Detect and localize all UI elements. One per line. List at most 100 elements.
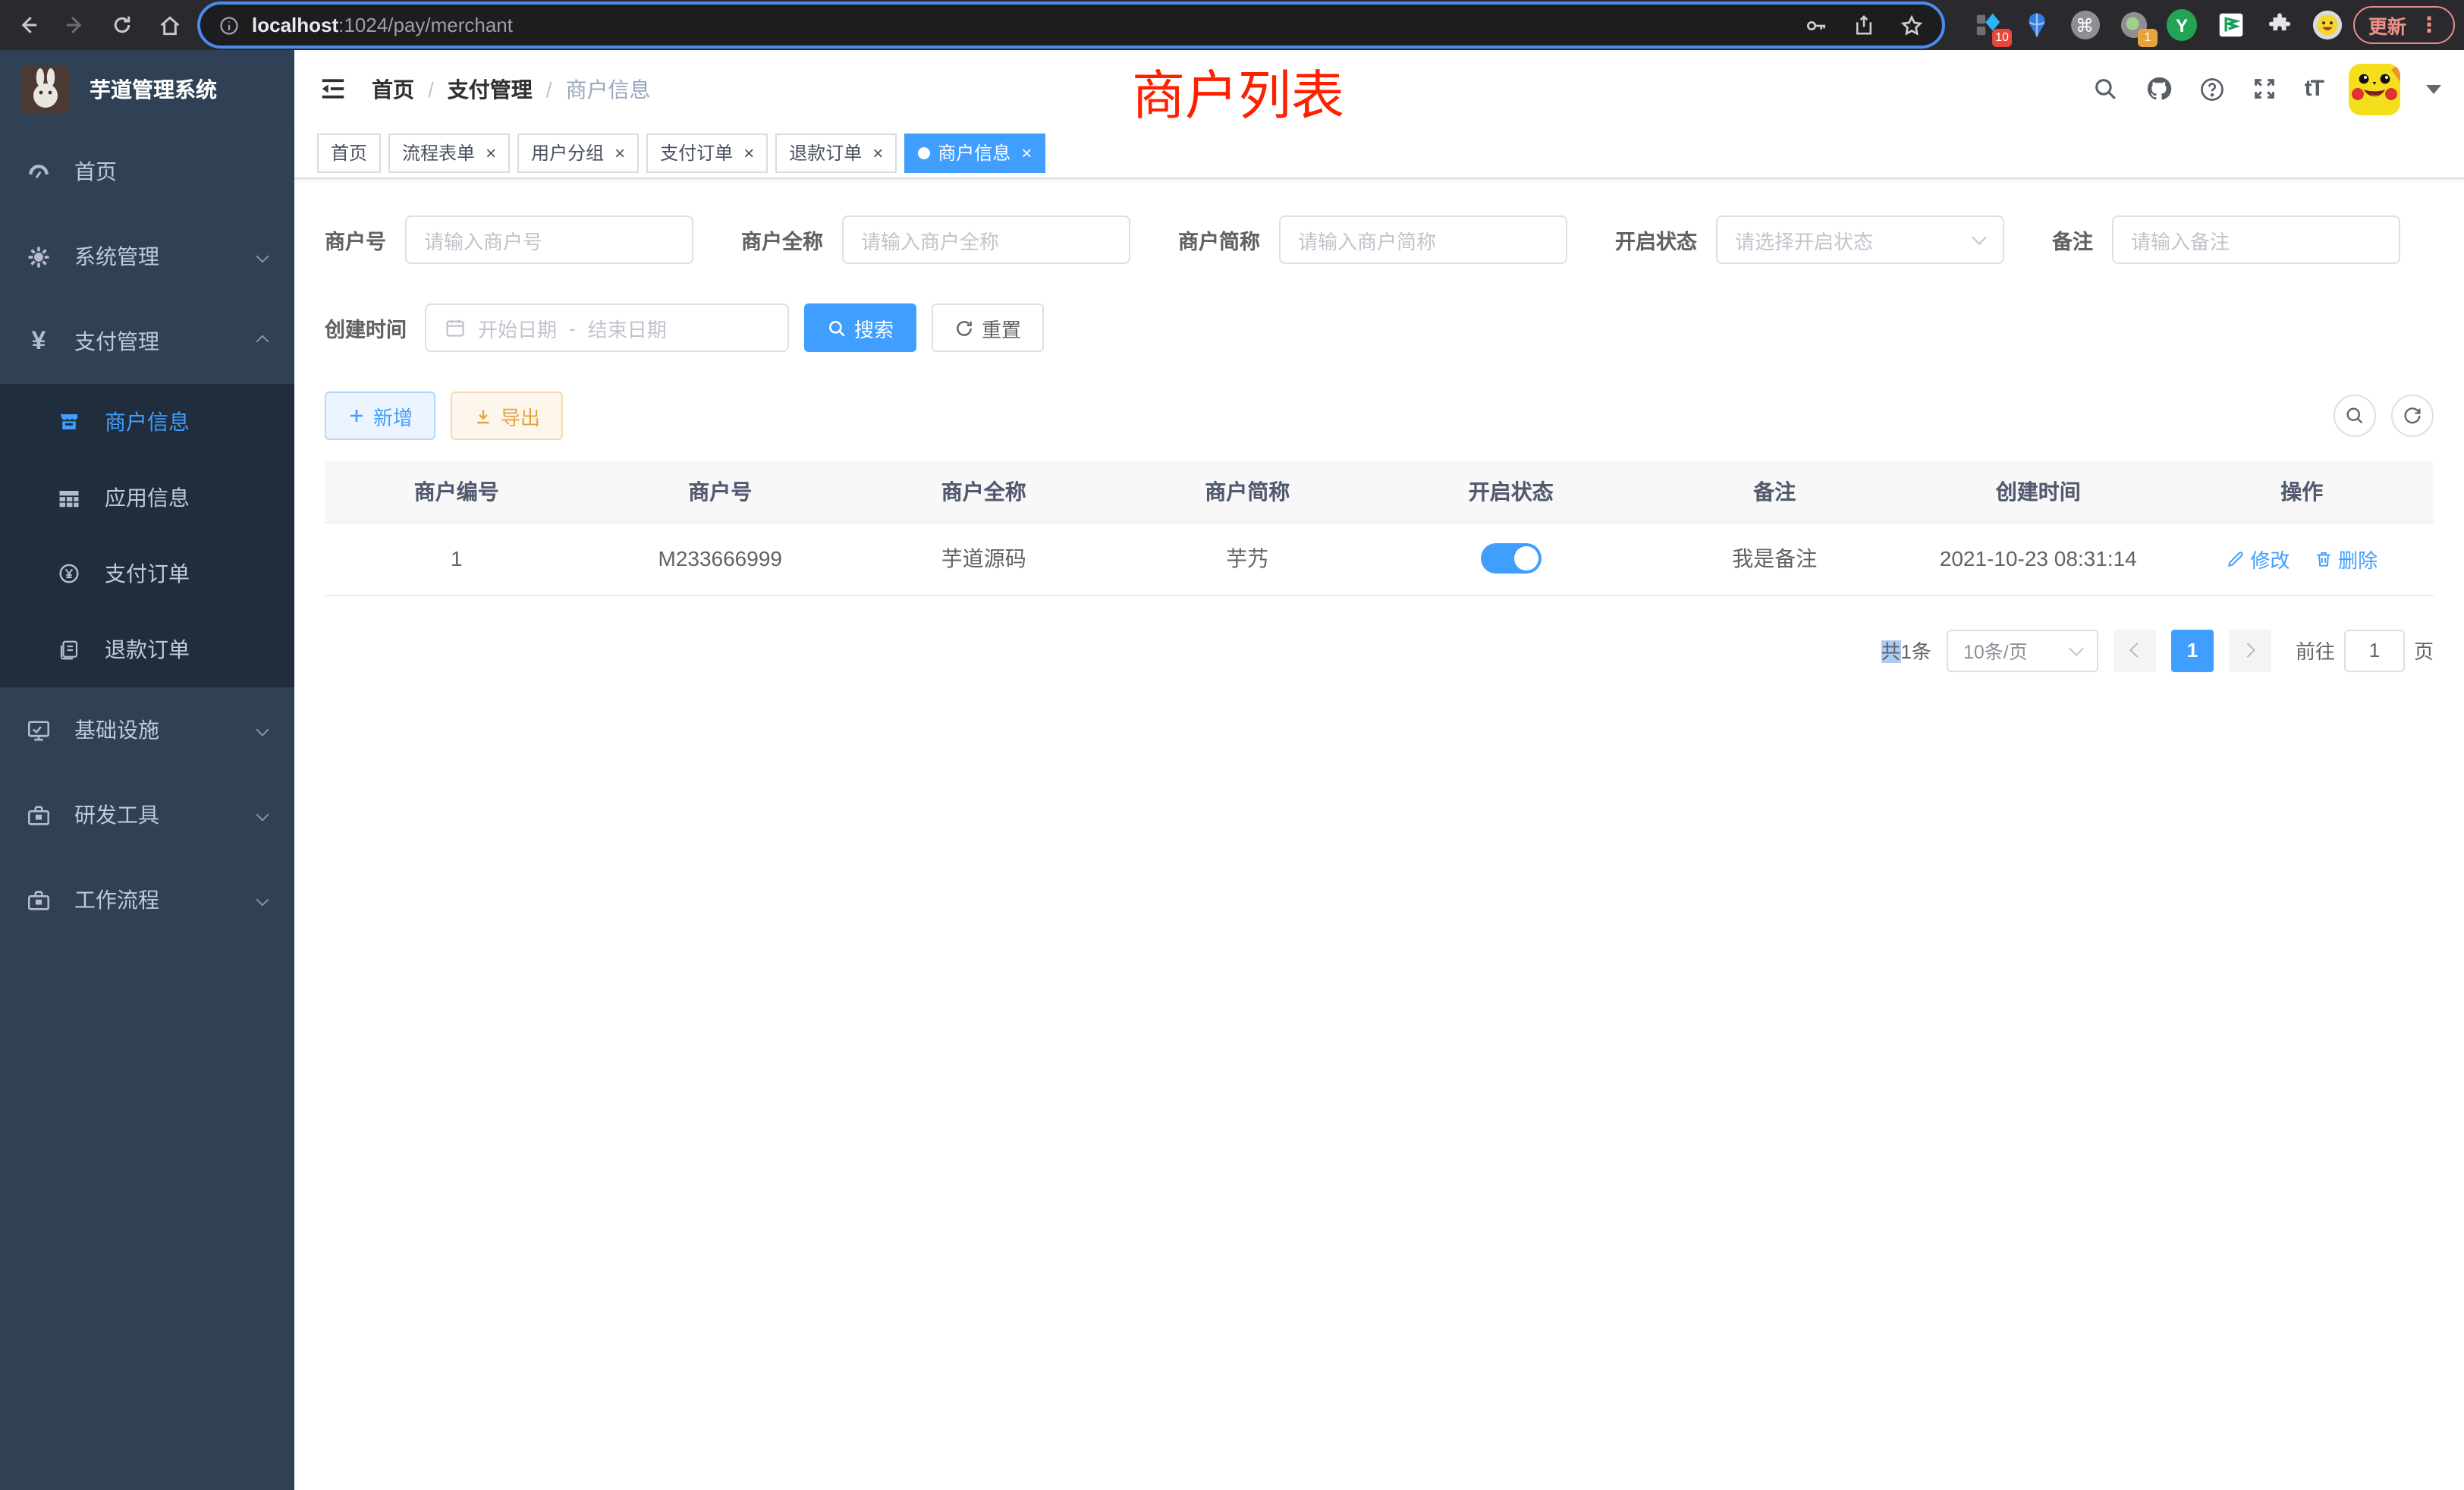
- sidebar-item-workflow[interactable]: 工作流程: [0, 857, 294, 942]
- browser-back-button[interactable]: [15, 12, 41, 38]
- prev-page-button[interactable]: [2114, 629, 2156, 671]
- cell-create-time: 2021-10-23 08:31:14: [1906, 522, 2170, 595]
- calendar-icon: [445, 317, 466, 338]
- tab-user-group[interactable]: 用户分组 ×: [517, 133, 639, 172]
- close-icon[interactable]: ×: [486, 143, 496, 162]
- add-button[interactable]: 新增: [325, 391, 435, 440]
- merchant-no-input[interactable]: 请输入商户号: [404, 215, 693, 264]
- tab-merchant-info[interactable]: 商户信息 ×: [904, 133, 1045, 172]
- merchant-table: 商户编号 商户号 商户全称 商户简称 开启状态 备注 创建时间 操作 1: [325, 461, 2434, 596]
- browser-home-button[interactable]: [156, 12, 182, 38]
- store-icon: [58, 410, 80, 433]
- cell-actions: 修改 删除: [2170, 522, 2434, 595]
- page-number-1[interactable]: 1: [2171, 629, 2214, 671]
- merchant-name-input[interactable]: 请输入商户全称: [841, 215, 1130, 264]
- table-header-row: 商户编号 商户号 商户全称 商户简称 开启状态 备注 创建时间 操作: [325, 461, 2434, 522]
- edit-link[interactable]: 修改: [2226, 544, 2290, 573]
- tab-refund-order[interactable]: 退款订单 ×: [775, 133, 897, 172]
- breadcrumb-current: 商户信息: [566, 74, 651, 104]
- sidebar-subitem-label: 支付订单: [105, 558, 190, 589]
- sidebar-item-label: 工作流程: [74, 885, 159, 915]
- font-size-icon[interactable]: tT: [2305, 76, 2323, 102]
- help-icon[interactable]: [2198, 75, 2226, 102]
- chevron-up-icon: [256, 335, 269, 348]
- sidebar-item-pay[interactable]: ¥ 支付管理: [0, 299, 294, 384]
- sidebar-item-label: 系统管理: [74, 241, 159, 272]
- refresh-button[interactable]: [2391, 395, 2434, 437]
- extensions-puzzle-icon[interactable]: [2264, 10, 2294, 40]
- export-button[interactable]: 导出: [451, 391, 563, 440]
- breadcrumb-home[interactable]: 首页: [372, 74, 414, 104]
- col-create-time: 创建时间: [1906, 461, 2170, 522]
- app-logo[interactable]: 芋道管理系统: [0, 50, 294, 129]
- status-select[interactable]: 请选择开启状态: [1715, 215, 2004, 264]
- top-navbar: 首页 / 支付管理 / 商户信息: [294, 50, 2464, 127]
- user-avatar[interactable]: [2349, 63, 2400, 115]
- annotation-merchant-list: 商户列表: [1132, 53, 1344, 130]
- close-icon[interactable]: ×: [614, 143, 625, 162]
- create-time-range-input[interactable]: 开始日期 - 结束日期: [425, 303, 789, 352]
- table-toolbar: 新增 导出: [325, 391, 2434, 440]
- close-icon[interactable]: ×: [1021, 143, 1032, 162]
- sidebar-subitem-refund-order[interactable]: 退款订单: [0, 611, 294, 687]
- sidebar-item-home[interactable]: 首页: [0, 129, 294, 214]
- merchant-short-label: 商户简称: [1178, 225, 1260, 255]
- url-text: localhost:1024/pay/merchant: [252, 14, 513, 36]
- delete-link[interactable]: 删除: [2314, 544, 2378, 573]
- tab-home[interactable]: 首页: [317, 133, 381, 172]
- extension-command-icon[interactable]: ⌘: [2070, 10, 2100, 40]
- cell-status: [1379, 522, 1643, 595]
- remark-label: 备注: [2052, 225, 2093, 255]
- page-content: 商户号 请输入商户号 商户全称 请输入商户全称 商户简称 请输入商户简称 开启状…: [294, 179, 2464, 1490]
- browser-profile-avatar[interactable]: [2312, 10, 2343, 40]
- extension-y-icon[interactable]: Y: [2167, 10, 2197, 40]
- site-info-icon[interactable]: [218, 14, 240, 36]
- create-time-label: 创建时间: [325, 313, 407, 343]
- browser-reload-button[interactable]: [109, 12, 135, 38]
- sidebar-subitem-app-info[interactable]: 应用信息: [0, 460, 294, 536]
- reset-button[interactable]: 重置: [932, 303, 1044, 352]
- status-label: 开启状态: [1615, 225, 1697, 255]
- close-icon[interactable]: ×: [872, 143, 883, 162]
- extension-tree-icon[interactable]: 1: [2118, 10, 2148, 40]
- chevron-down-icon: [2069, 640, 2084, 655]
- sidebar-item-dev-tools[interactable]: 研发工具: [0, 772, 294, 857]
- cell-merchant-id: 1: [325, 522, 589, 595]
- next-page-button[interactable]: [2229, 629, 2271, 671]
- merchant-name-label: 商户全称: [741, 225, 823, 255]
- sidebar-subitem-merchant-info[interactable]: 商户信息: [0, 384, 294, 460]
- hide-search-button[interactable]: [2334, 395, 2376, 437]
- url-bar[interactable]: localhost:1024/pay/merchant: [197, 2, 1945, 49]
- browser-menu-kebab-icon[interactable]: ⋮: [2418, 12, 2440, 38]
- password-key-icon[interactable]: [1804, 13, 1828, 37]
- avatar-caret-icon[interactable]: [2426, 84, 2441, 93]
- extension-flag-icon[interactable]: [2215, 10, 2246, 40]
- sidebar-item-infra[interactable]: 基础设施: [0, 687, 294, 772]
- cell-merchant-no: M233666999: [589, 522, 853, 595]
- search-button[interactable]: 搜索: [804, 303, 916, 352]
- tab-pay-order[interactable]: 支付订单 ×: [646, 133, 768, 172]
- bookmark-star-icon[interactable]: [1900, 13, 1924, 37]
- tab-process-form[interactable]: 流程表单 ×: [388, 133, 510, 172]
- extension-kite-icon[interactable]: [2021, 10, 2051, 40]
- sidebar-item-system[interactable]: 系统管理: [0, 214, 294, 299]
- remark-input[interactable]: 请输入备注: [2111, 215, 2400, 264]
- page-size-select[interactable]: 10条/页: [1947, 629, 2098, 671]
- merchant-short-input[interactable]: 请输入商户简称: [1278, 215, 1567, 264]
- breadcrumb-pay[interactable]: 支付管理: [448, 74, 533, 104]
- fullscreen-icon[interactable]: [2252, 75, 2279, 102]
- extension-vue-devtools-icon[interactable]: 10: [1972, 10, 2003, 40]
- share-icon[interactable]: [1853, 14, 1875, 36]
- goto-page-input[interactable]: 1: [2344, 629, 2405, 671]
- col-merchant-id: 商户编号: [325, 461, 589, 522]
- browser-toolbar: localhost:1024/pay/merchant 10: [0, 0, 2464, 50]
- close-icon[interactable]: ×: [743, 143, 754, 162]
- status-toggle[interactable]: [1481, 543, 1542, 574]
- browser-forward-button[interactable]: [62, 12, 88, 38]
- sidebar-subitem-pay-order[interactable]: 支付订单: [0, 536, 294, 611]
- github-icon[interactable]: [2145, 75, 2173, 102]
- header-search-icon[interactable]: [2092, 75, 2120, 102]
- sidebar-fold-icon[interactable]: [317, 74, 347, 104]
- browser-update-button[interactable]: 更新 ⋮: [2353, 6, 2455, 44]
- dashboard-icon: [26, 159, 52, 184]
